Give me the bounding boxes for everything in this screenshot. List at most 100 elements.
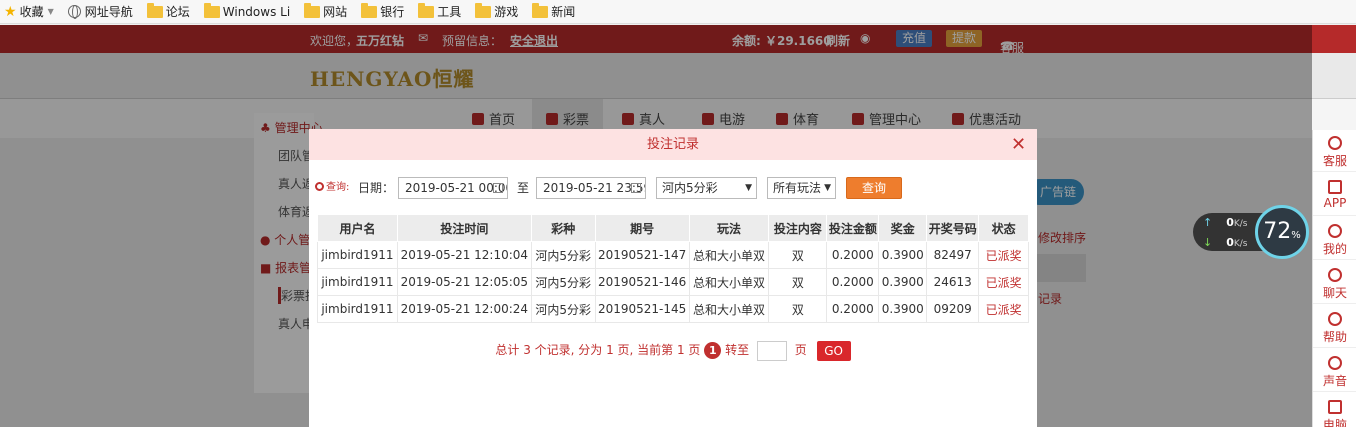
col-amount: 投注金额: [826, 214, 880, 242]
cell-play: 总和大小单双: [688, 295, 770, 323]
page-unit-label: 页: [794, 343, 807, 357]
chat-icon: [1328, 268, 1342, 282]
monitor-icon: [1328, 400, 1342, 414]
goto-page-input[interactable]: [756, 340, 787, 361]
help-icon: [1328, 312, 1342, 326]
bookmark-favorites[interactable]: ★ 收藏 ▼: [4, 3, 54, 20]
cell-play: 总和大小单双: [688, 268, 770, 296]
date-label: 日期：: [358, 181, 395, 195]
cell-content: 双: [768, 241, 828, 269]
cell-username: jimbird1911: [317, 295, 398, 323]
cell-bet-time: 2019-05-21 12:05:05: [396, 268, 532, 296]
lottery-select[interactable]: 河内5分彩 ▼: [656, 177, 757, 199]
download-speed: ↓ 0K/s: [1203, 236, 1248, 249]
pager-summary: 总计 3 个记录, 分为 1 页, 当前第 1 页: [495, 343, 701, 357]
range-separator: 至: [517, 181, 530, 195]
cell-play: 总和大小单双: [688, 241, 770, 269]
bookmark-folder-games[interactable]: 游戏: [475, 2, 518, 20]
chevron-down-icon[interactable]: ▼: [48, 7, 54, 16]
cell-period: 20190521-147: [594, 241, 690, 269]
bet-record-dialog: 投注记录 ✕ 查询: 日期： 2019-05-21 00:00:00 至 201…: [309, 129, 1037, 427]
filter-bar: 查询: 日期： 2019-05-21 00:00:00 至 2019-05-21…: [315, 177, 1030, 199]
cell-username: jimbird1911: [317, 241, 398, 269]
rail-service[interactable]: 客服: [1313, 130, 1356, 172]
bookmark-folder-forum[interactable]: 论坛: [146, 2, 190, 20]
cell-prize: 0.3900: [878, 241, 928, 269]
play-type-select[interactable]: 所有玩法 ▼: [767, 177, 836, 199]
rail-chat[interactable]: 聊天: [1313, 262, 1356, 304]
cell-lottery: 河内5分彩: [530, 295, 596, 323]
folder-icon: [475, 2, 492, 18]
cell-prize: 0.3900: [878, 268, 928, 296]
cell-content: 双: [768, 268, 828, 296]
chevron-down-icon: ▼: [824, 183, 831, 193]
cell-amount: 0.2000: [826, 295, 880, 323]
rail-app[interactable]: APP: [1313, 174, 1356, 216]
close-icon[interactable]: ✕: [1011, 129, 1029, 160]
star-icon: ★: [4, 3, 17, 20]
folder-icon: [361, 2, 378, 18]
end-date-input[interactable]: 2019-05-21 23:59:59: [536, 177, 646, 199]
bookmark-folder-sites[interactable]: 网站: [304, 2, 347, 20]
pagination: 总计 3 个记录, 分为 1 页, 当前第 1 页 1 转至 页 GO: [309, 339, 1037, 361]
arrow-down-icon: ↓: [1203, 236, 1213, 249]
cell-draw-number: 09209: [926, 295, 980, 323]
network-speed-widget[interactable]: ↑ 0K/s ↓ 0K/s 72%: [1193, 205, 1311, 259]
cell-status: 已派奖: [978, 295, 1029, 323]
bookmark-folder-tools[interactable]: 工具: [418, 2, 461, 20]
rail-mine[interactable]: 我的: [1313, 218, 1356, 260]
dialog-title: 投注记录: [309, 129, 1037, 160]
table-row: jimbird1911 2019-05-21 12:10:04 河内5分彩 20…: [317, 241, 1029, 269]
goto-label: 转至: [725, 343, 750, 357]
col-prize: 奖金: [878, 214, 928, 242]
start-date-input[interactable]: 2019-05-21 00:00:00: [398, 177, 508, 199]
cell-period: 20190521-146: [594, 268, 690, 296]
rail-help[interactable]: 帮助: [1313, 306, 1356, 348]
upload-speed: ↑ 0K/s: [1203, 216, 1248, 229]
table-row: jimbird1911 2019-05-21 12:05:05 河内5分彩 20…: [317, 268, 1029, 296]
rail-desktop[interactable]: 电脑: [1313, 394, 1356, 427]
folder-icon: [532, 2, 549, 18]
bookmark-folder-news[interactable]: 新闻: [532, 2, 575, 20]
speaker-icon: [1328, 356, 1342, 370]
folder-icon: [304, 2, 321, 18]
memory-usage-gauge: 72%: [1255, 205, 1309, 259]
col-content: 投注内容: [768, 214, 828, 242]
cell-amount: 0.2000: [826, 241, 880, 269]
go-button[interactable]: GO: [816, 340, 851, 361]
bookmarks-bar: ★ 收藏 ▼ 网址导航 论坛 Windows Li 网站 银行 工具 游戏 新闻: [0, 0, 1356, 24]
cell-status: 已派奖: [978, 268, 1029, 296]
folder-icon: [146, 2, 163, 18]
folder-icon: [203, 2, 220, 18]
cell-lottery: 河内5分彩: [530, 268, 596, 296]
query-button[interactable]: 查询: [846, 177, 902, 199]
current-page-badge[interactable]: 1: [704, 342, 722, 359]
headset-icon: [1328, 136, 1342, 150]
cell-bet-time: 2019-05-21 12:10:04: [396, 241, 532, 269]
user-icon: [1328, 224, 1342, 238]
table-row: jimbird1911 2019-05-21 12:00:24 河内5分彩 20…: [317, 295, 1029, 323]
bookmark-folder-bank[interactable]: 银行: [361, 2, 404, 20]
calendar-icon[interactable]: [493, 183, 503, 193]
col-play: 玩法: [688, 214, 770, 242]
cell-bet-time: 2019-05-21 12:00:24: [396, 295, 532, 323]
arrow-up-icon: ↑: [1203, 216, 1213, 229]
rail-sound[interactable]: 声音: [1313, 350, 1356, 392]
phone-icon: [1328, 180, 1342, 194]
cell-amount: 0.2000: [826, 268, 880, 296]
cell-username: jimbird1911: [317, 268, 398, 296]
col-bet-time: 投注时间: [396, 214, 532, 242]
cell-status: 已派奖: [978, 241, 1029, 269]
bet-records-table: 用户名 投注时间 彩种 期号 玩法 投注内容 投注金额 奖金 开奖号码 状态 j…: [317, 214, 1029, 323]
globe-icon: [67, 5, 81, 19]
col-status: 状态: [978, 214, 1029, 242]
bookmark-folder-windows[interactable]: Windows Li: [203, 2, 290, 19]
calendar-icon[interactable]: [631, 183, 641, 193]
table-header-row: 用户名 投注时间 彩种 期号 玩法 投注内容 投注金额 奖金 开奖号码 状态: [317, 214, 1029, 242]
cell-period: 20190521-145: [594, 295, 690, 323]
cell-lottery: 河内5分彩: [530, 241, 596, 269]
query-label: 查询:: [315, 177, 349, 199]
bookmark-nav[interactable]: 网址导航: [67, 3, 133, 20]
cell-prize: 0.3900: [878, 295, 928, 323]
folder-icon: [418, 2, 435, 18]
